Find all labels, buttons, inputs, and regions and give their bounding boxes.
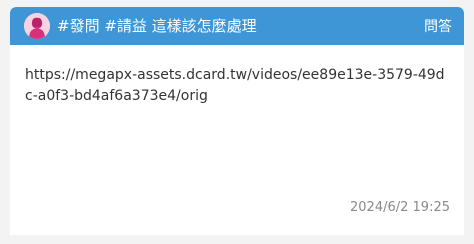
avatar — [24, 13, 50, 39]
post-card[interactable]: #發問 #請益 這樣該怎麼處理 問答 https://megapx-assets… — [10, 7, 464, 235]
card-header: #發問 #請益 這樣該怎麼處理 問答 — [10, 7, 464, 45]
post-body[interactable]: https://megapx-assets.dcard.tw/videos/ee… — [25, 65, 450, 107]
post-timestamp: 2024/6/2 19:25 — [350, 200, 450, 215]
post-title[interactable]: #發問 #請益 這樣該怎麼處理 — [57, 16, 257, 36]
torn-edge-divider — [10, 224, 464, 235]
female-avatar-icon — [24, 13, 50, 39]
category-tag[interactable]: 問答 — [424, 17, 452, 37]
